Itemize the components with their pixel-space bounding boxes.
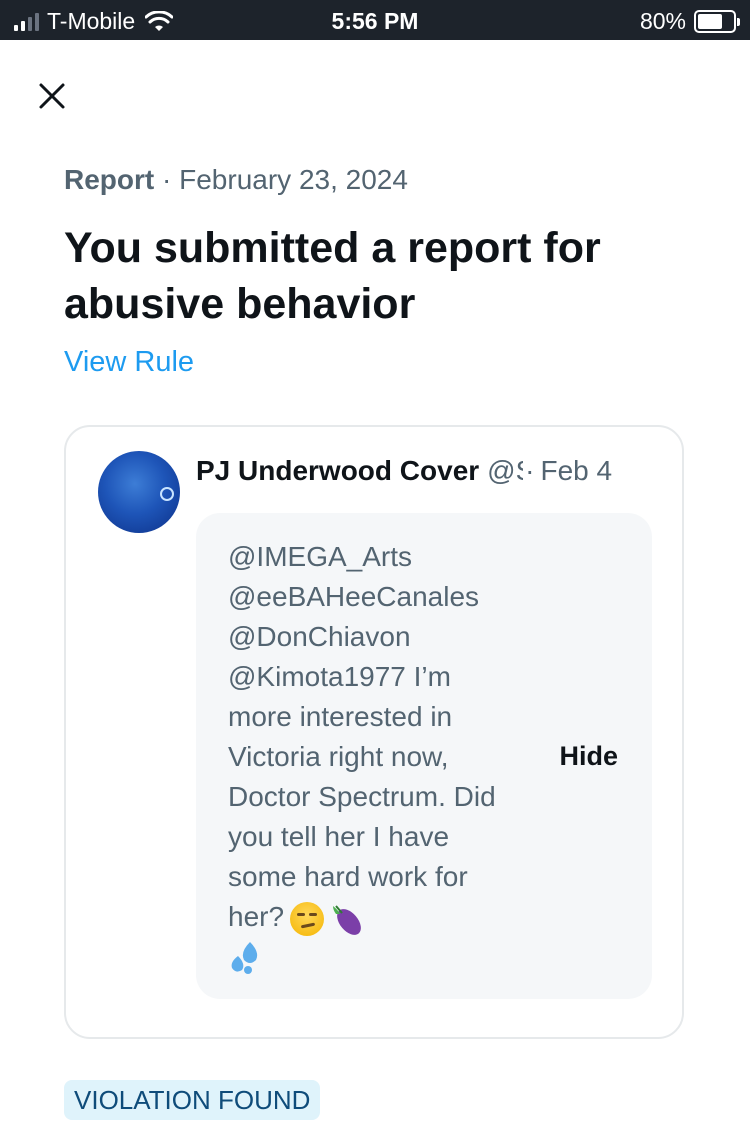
reported-tweet-card[interactable]: PJ Underwood Cover @S·Feb 4 @IMEGA_Arts @… bbox=[64, 425, 684, 1039]
sweat-droplets-emoji bbox=[231, 941, 258, 974]
tweet-content-box: @IMEGA_Arts @eeBAHeeCanales @DonChiavon … bbox=[196, 513, 652, 999]
status-bar-right: 80% bbox=[639, 8, 740, 35]
meta-separator: · bbox=[162, 164, 172, 195]
status-bar: T-Mobile 5:56 PM 80% bbox=[0, 0, 750, 40]
view-rule-link[interactable]: View Rule bbox=[64, 346, 194, 379]
status-badge: VIOLATION FOUND bbox=[64, 1080, 321, 1120]
tweet-text: @IMEGA_Arts @eeBAHeeCanales @DonChiavon … bbox=[228, 537, 508, 976]
clock: 5:56 PM bbox=[331, 8, 419, 34]
tweet-date: Feb 4 bbox=[540, 455, 613, 486]
tweet-header: PJ Underwood Cover @S·Feb 4 bbox=[196, 455, 676, 487]
author-name[interactable]: PJ Underwood Cover bbox=[196, 455, 479, 487]
report-date: February 23, 2024 bbox=[179, 164, 408, 195]
hide-button[interactable]: Hide bbox=[559, 741, 618, 772]
smirking-face-emoji bbox=[290, 901, 325, 936]
battery-icon bbox=[694, 10, 740, 33]
page-title: You submitted a report for abusive behav… bbox=[64, 224, 601, 328]
tweet-separator: · bbox=[525, 455, 535, 486]
close-button[interactable] bbox=[32, 76, 72, 116]
report-meta: Report · February 23, 2024 bbox=[64, 164, 408, 196]
author-handle: @S bbox=[487, 455, 523, 486]
eggplant-emoji bbox=[333, 904, 361, 935]
avatar[interactable] bbox=[98, 451, 180, 533]
battery-percent: 80% bbox=[639, 8, 686, 34]
report-label: Report bbox=[64, 164, 155, 195]
close-icon bbox=[39, 83, 65, 109]
